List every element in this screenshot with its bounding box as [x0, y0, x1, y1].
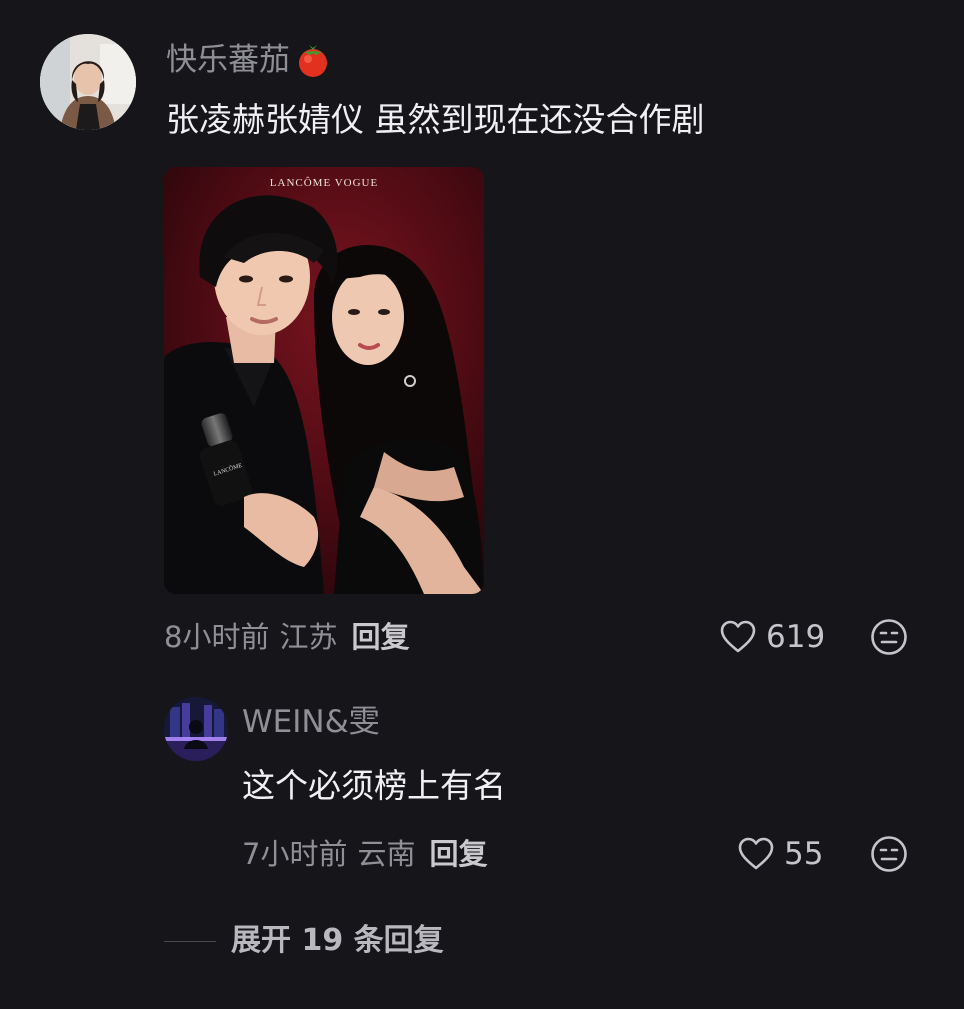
timestamp: 8小时前 — [164, 620, 270, 654]
comment-image[interactable]: LANCÔME LANCÔME VOGUE — [164, 167, 484, 594]
username[interactable]: 快乐蕃茄 — [166, 38, 332, 82]
heart-icon — [720, 620, 756, 653]
reply-meta: 7小时前 云南 回复 — [242, 832, 487, 876]
reply-timestamp: 7小时前 — [242, 837, 348, 871]
reply-reply-button[interactable]: 回复 — [429, 837, 487, 871]
reply-username[interactable]: WEIN&雯 — [242, 700, 380, 744]
reply-location: 云南 — [357, 837, 416, 871]
emoji-reaction-icon[interactable] — [870, 835, 908, 873]
divider-line — [164, 941, 216, 942]
comment-text: 张凌赫张婧仪 虽然到现在还没合作剧 — [166, 100, 705, 139]
reply-button[interactable]: 回复 — [351, 620, 409, 654]
comment-thread: 快乐蕃茄 张凌赫张婧仪 虽然到现在还没合作剧 LANCÔME LANCÔME V… — [0, 0, 964, 1009]
avatar[interactable] — [40, 34, 136, 130]
heart-icon — [738, 837, 774, 870]
emoji-reaction-icon[interactable] — [870, 618, 908, 656]
reply-like-button[interactable]: 55 — [738, 832, 823, 876]
reply-avatar[interactable] — [164, 697, 228, 761]
like-button[interactable]: 619 — [720, 615, 825, 659]
tomato-emoji-icon — [294, 41, 332, 79]
reply-text: 这个必须榜上有名 — [242, 766, 506, 805]
location: 江苏 — [279, 620, 338, 654]
like-count: 619 — [766, 619, 826, 655]
expand-replies-button[interactable]: 展开 19 条回复 — [231, 918, 444, 964]
image-caption: LANCÔME VOGUE — [269, 177, 379, 189]
reply-like-count: 55 — [784, 836, 824, 872]
username-text[interactable]: 快乐蕃茄 — [166, 38, 290, 82]
comment-meta: 8小时前 江苏 回复 — [164, 615, 409, 659]
